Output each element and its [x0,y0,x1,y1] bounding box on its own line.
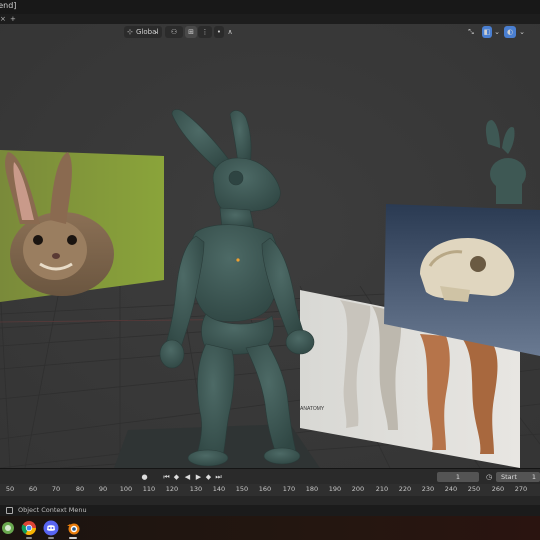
ruler-tick: 100 [119,485,133,493]
current-frame-field[interactable]: 1 [437,472,479,482]
active-app-indicator [69,537,77,539]
ruler-tick: 200 [351,485,365,493]
record-button[interactable]: ● [140,472,149,482]
ruler-tick: 240 [444,485,458,493]
object-origin [236,258,240,262]
status-hint: Object Context Menu [18,506,87,514]
ruler-tick: 260 [491,485,505,493]
active-app-indicator [48,537,54,539]
system-tray-icon[interactable] [0,520,16,536]
blender-window: lend] × + [0,0,540,540]
ruler-tick: 50 [5,485,15,493]
ruler-tick: 140 [212,485,226,493]
ruler-tick: 110 [142,485,156,493]
ruler-tick: 180 [305,485,319,493]
playback-controls: ● ⏮ ◆ ◀ ▶ ◆ ⏭ 1 ◷ Start 1 [0,468,540,485]
jump-to-keyframe-back-icon[interactable]: ◆ [172,472,181,482]
rabbit-photo-plane [0,150,164,302]
ruler-tick: 270 [514,485,528,493]
ruler-tick: 130 [189,485,203,493]
active-app-indicator [26,537,32,539]
ruler-tick: 220 [398,485,412,493]
blender-icon[interactable] [65,520,81,536]
ruler-tick: 230 [421,485,435,493]
tab-close-icon[interactable]: × [0,15,6,23]
scene-objects: ANATOMY [0,109,540,468]
mouse-icon [6,507,13,514]
start-frame-value: 1 [531,473,536,481]
3d-viewport[interactable]: ⊹ Global ⌄ ⚇ ⊞ ⋮ • ∧ ⤡ ◧ ⌄ ◐ ⌄ ANATOMY [0,24,540,468]
ruler-tick: 90 [98,485,108,493]
ruler-tick: 120 [165,485,179,493]
jump-to-end-icon[interactable]: ⏭ [214,472,223,482]
ruler-tick: 160 [258,485,272,493]
ruler-tick: 190 [328,485,342,493]
os-taskbar [0,516,540,540]
window-titlebar: lend] [0,0,540,14]
ruler-tick: 80 [75,485,85,493]
ruler-tick: 60 [28,485,38,493]
play-reverse-icon[interactable]: ◀ [183,472,192,482]
start-frame-label: Start [501,473,517,481]
frame-ruler[interactable]: 50 60 70 80 90 100 110 120 130 140 150 1… [0,484,540,496]
ruler-tick: 170 [282,485,296,493]
ruler-tick: 250 [467,485,481,493]
clock-icon[interactable]: ◷ [484,472,494,482]
rabbit-sculpt-model [159,109,315,467]
add-workspace-button[interactable]: + [10,15,18,23]
status-bar: Object Context Menu [0,505,540,516]
background-rabbit-model [485,120,526,204]
jump-to-keyframe-forward-icon[interactable]: ◆ [204,472,213,482]
window-title: lend] [0,1,17,10]
anatomy-watermark: ANATOMY [300,406,325,412]
chrome-icon[interactable] [21,520,37,536]
start-frame-field[interactable]: Start 1 [496,472,540,482]
play-icon[interactable]: ▶ [194,472,203,482]
discord-icon[interactable] [43,520,59,536]
ruler-tick: 150 [235,485,249,493]
timeline-editor: ● ⏮ ◆ ◀ ▶ ◆ ⏭ 1 ◷ Start 1 50 60 70 80 90… [0,468,540,510]
ruler-tick: 210 [375,485,389,493]
jump-to-start-icon[interactable]: ⏮ [162,472,171,482]
ruler-tick: 70 [51,485,61,493]
